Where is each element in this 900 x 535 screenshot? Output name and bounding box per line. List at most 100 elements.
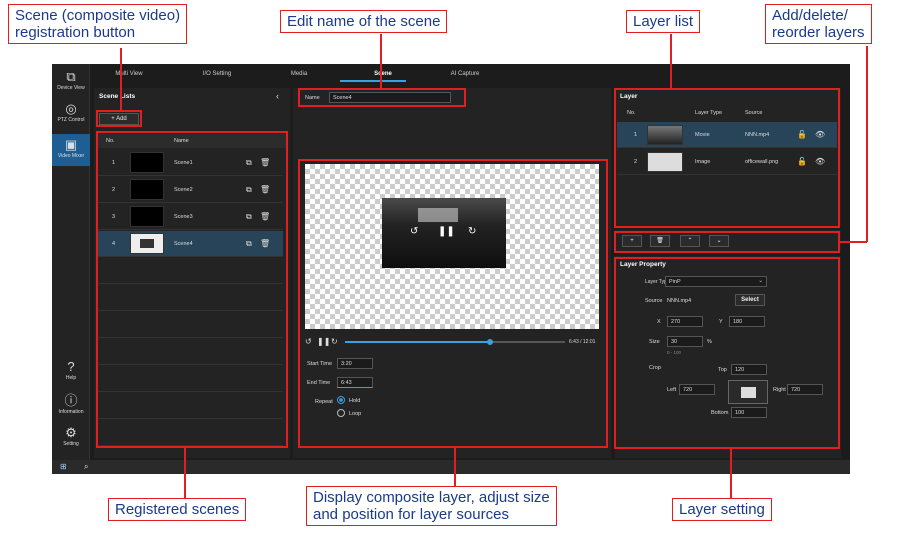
callout-registered-scenes: Registered scenes	[108, 498, 247, 521]
connector-line	[380, 34, 382, 88]
crop-right-input[interactable]: 720	[787, 384, 823, 395]
add-scene-button[interactable]: + Add	[99, 113, 139, 125]
search-icon[interactable]: ⌕	[84, 463, 88, 471]
layer-row-selected[interactable]: 1 Movie NNN.mp4 🔓 👁	[617, 122, 837, 148]
pause-overlay-icon[interactable]: ❚❚	[438, 226, 455, 237]
end-time-input[interactable]: 6:43	[337, 377, 373, 388]
copy-icon[interactable]: ⧉	[246, 186, 252, 194]
rewind-overlay-icon[interactable]: ↺	[410, 226, 418, 237]
scene-thumbnail	[130, 152, 164, 173]
size-range-hint: 0 - 100	[667, 350, 682, 355]
scene-row[interactable]: 3 Scene3 ⧉ 🗑	[96, 204, 283, 230]
seek-bar[interactable]	[345, 339, 565, 345]
callout-scene-registration: Scene (composite video) registration but…	[8, 4, 188, 44]
delete-layer-button[interactable]: 🗑	[650, 235, 670, 247]
scene-row-selected[interactable]: 4 Scene4 ⧉ 🗑	[96, 231, 283, 257]
layer-property-title: Layer Property	[620, 261, 666, 268]
crop-label: Crop	[649, 365, 661, 371]
tab-ai-capture[interactable]: AI Capture	[430, 71, 500, 77]
nav-information[interactable]: ⓘ Information	[52, 394, 90, 418]
thumbnail-pinp-preview	[140, 239, 154, 248]
nav-device-view[interactable]: ⧉ Device View	[52, 70, 90, 96]
trash-icon[interactable]: 🗑	[260, 159, 270, 167]
size-label: Size	[649, 339, 660, 345]
scene-table-header: No. Name	[96, 134, 286, 148]
scene-thumbnail	[130, 233, 164, 254]
eye-icon[interactable]: 👁	[815, 158, 825, 166]
tab-multi-view[interactable]: Multi View	[94, 71, 164, 77]
tab-scene[interactable]: Scene	[348, 71, 418, 77]
nav-help[interactable]: ? Help	[52, 360, 90, 384]
scene-row[interactable]: 1 Scene1 ⧉ 🗑	[96, 150, 283, 176]
select-source-button[interactable]: Select	[735, 294, 765, 306]
layer-col-no: No.	[627, 110, 636, 116]
start-time-input[interactable]: 3:20	[337, 358, 373, 369]
layer-col-source: Source	[745, 110, 763, 116]
pinp-video-layer[interactable]: ↺ ❚❚ ↻	[382, 198, 506, 268]
pause-icon[interactable]: ❚❚	[317, 338, 330, 346]
hold-radio[interactable]	[337, 396, 345, 404]
scene-row[interactable]: 2 Scene2 ⧉ 🗑	[96, 177, 283, 203]
add-scene-label: Add	[116, 116, 127, 122]
tab-media[interactable]: Media	[264, 71, 334, 77]
loop-label: Loop	[349, 411, 362, 417]
copy-icon[interactable]: ⧉	[246, 240, 252, 248]
col-name-header: Name	[174, 138, 189, 144]
callout-display-composite: Display composite layer, adjust size and…	[306, 486, 557, 526]
crop-left-input[interactable]: 720	[679, 384, 715, 395]
layer-list-panel: Layer No. Layer Type Source 1 Movie NNN.…	[615, 88, 841, 226]
nav-ptz-control[interactable]: ◎ PTZ Control	[52, 102, 90, 130]
copy-icon[interactable]: ⧉	[246, 159, 252, 167]
forward-icon[interactable]: ↻	[331, 338, 338, 346]
eye-icon[interactable]: 👁	[815, 131, 825, 139]
crop-top-label: Top	[718, 367, 727, 373]
copy-icon[interactable]: ⧉	[246, 213, 252, 221]
layer-type-select[interactable]: PinP ⌄	[665, 276, 767, 287]
x-input[interactable]: 270	[667, 316, 703, 327]
chevron-down-icon: ⌄	[716, 238, 722, 244]
y-label: Y	[719, 319, 723, 325]
move-layer-up-button[interactable]: ⌃	[680, 235, 700, 247]
info-icon: ⓘ	[64, 393, 78, 408]
trash-icon[interactable]: 🗑	[260, 213, 270, 221]
crop-top-input[interactable]: 120	[731, 364, 767, 375]
crop-bottom-input[interactable]: 100	[731, 407, 767, 418]
composite-preview-canvas[interactable]: ↺ ❚❚ ↻	[305, 164, 599, 329]
move-layer-down-button[interactable]: ⌄	[709, 235, 729, 247]
col-no-header: No.	[106, 138, 115, 144]
loop-radio[interactable]	[337, 409, 345, 417]
crop-right-label: Right	[773, 387, 786, 393]
rewind-icon[interactable]: ↺	[305, 338, 312, 346]
windows-start-icon[interactable]: ⊞	[60, 463, 67, 471]
scene-row-no: 1	[112, 160, 116, 166]
size-input[interactable]: 30	[667, 336, 703, 347]
scene-thumbnail	[130, 206, 164, 227]
seek-bar-fill	[345, 341, 491, 343]
nav-video-mixer[interactable]: ▣ Video Mixer	[52, 134, 90, 166]
connector-line	[866, 46, 868, 242]
video-mixer-icon: ▣	[64, 137, 78, 152]
nav-setting[interactable]: ⚙ Setting	[52, 426, 90, 452]
crop-left-label: Left	[667, 387, 677, 393]
scene-row-name: Scene1	[174, 160, 193, 166]
collapse-chevron-icon[interactable]: ‹	[276, 92, 279, 101]
layer-actions-bar: + 🗑 ⌃ ⌄	[615, 230, 841, 252]
nav-video-mixer-label: Video Mixer	[57, 153, 85, 159]
trash-icon[interactable]: 🗑	[260, 186, 270, 194]
layer-type-value: PinP	[669, 279, 681, 285]
unlock-icon[interactable]: 🔓	[797, 131, 807, 139]
tab-io-setting[interactable]: I/O Setting	[182, 71, 252, 77]
y-input[interactable]: 180	[729, 316, 765, 327]
forward-overlay-icon[interactable]: ↻	[468, 226, 476, 237]
active-tab-indicator	[340, 80, 406, 82]
layer-row[interactable]: 2 Image officewall.png 🔓 👁	[617, 149, 837, 175]
add-layer-button[interactable]: +	[622, 235, 642, 247]
callout-edit-name: Edit name of the scene	[280, 10, 448, 33]
trash-icon[interactable]: 🗑	[260, 240, 270, 248]
seek-handle[interactable]	[487, 339, 494, 345]
scene-name-input[interactable]: Scene4	[329, 92, 451, 103]
connector-line	[840, 241, 867, 243]
callout-layer-setting: Layer setting	[672, 498, 772, 521]
unlock-icon[interactable]: 🔓	[797, 158, 807, 166]
main-tabs: Multi View I/O Setting Media Scene AI Ca…	[92, 70, 504, 82]
